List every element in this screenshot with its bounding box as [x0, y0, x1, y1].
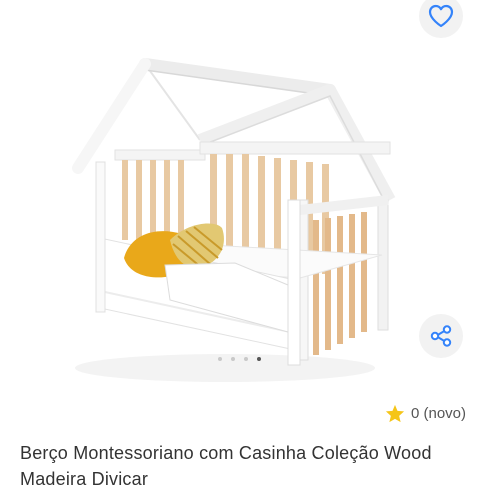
share-button[interactable]: [419, 314, 463, 358]
favorite-button[interactable]: [419, 0, 463, 38]
rating: 0 (novo): [385, 404, 466, 423]
carousel-dot[interactable]: [244, 357, 248, 361]
carousel-indicator[interactable]: [218, 357, 261, 361]
product-title: Berço Montessoriano com Casinha Coleção …: [20, 443, 432, 489]
heart-icon: [428, 4, 454, 28]
rating-count: 0 (novo): [410, 405, 466, 422]
carousel-dot[interactable]: [218, 357, 222, 361]
carousel-dot-active[interactable]: [257, 357, 261, 361]
image-gallery[interactable]: [0, 0, 484, 390]
star-icon: [385, 404, 405, 423]
carousel-dot[interactable]: [231, 357, 235, 361]
product-image: [72, 57, 396, 382]
share-icon: [430, 325, 452, 347]
